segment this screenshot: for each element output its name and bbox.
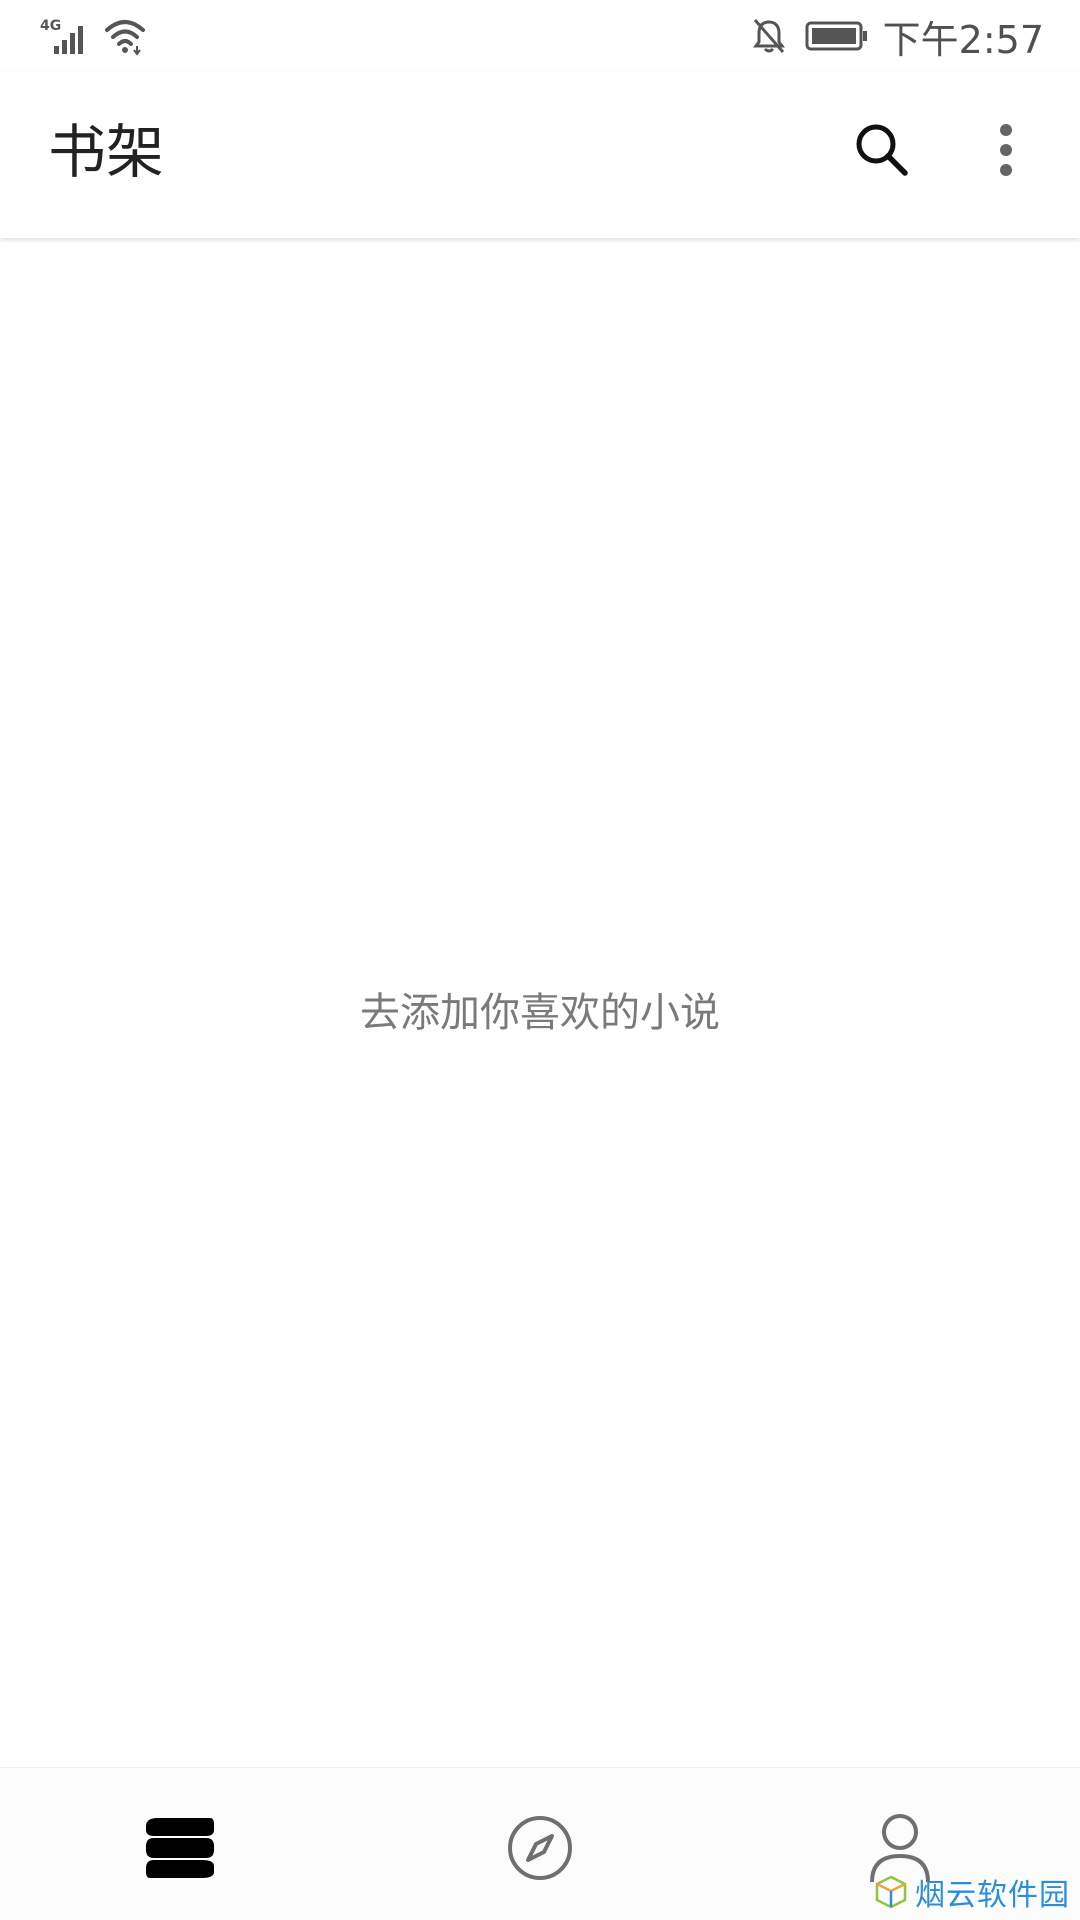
battery-icon bbox=[805, 21, 867, 51]
cellular-signal-icon: 4G bbox=[40, 18, 83, 54]
more-options-button[interactable] bbox=[970, 114, 1042, 186]
screen: 4G 下午2:57 书架 去添加你喜欢的小说 烟云软件园 bbox=[0, 0, 1080, 1920]
wifi-icon bbox=[105, 20, 145, 56]
bookshelf-content: 去添加你喜欢的小说 bbox=[0, 240, 1080, 1768]
status-bar: 4G 下午2:57 bbox=[0, 0, 1080, 72]
nav-item-bookshelf[interactable] bbox=[132, 1800, 228, 1896]
cube-logo-icon bbox=[875, 1875, 907, 1909]
notifications-off-icon bbox=[752, 19, 785, 53]
empty-state-hint: 去添加你喜欢的小说 bbox=[360, 990, 720, 1036]
search-icon bbox=[856, 124, 908, 176]
app-bar: 书架 bbox=[0, 72, 1080, 238]
more-vertical-icon bbox=[1000, 124, 1012, 176]
search-button[interactable] bbox=[846, 114, 918, 186]
network-type-label: 4G bbox=[40, 18, 61, 34]
status-time: 下午2:57 bbox=[882, 17, 1044, 62]
compass-icon bbox=[508, 1816, 572, 1880]
status-right: 下午2:57 bbox=[751, 14, 1044, 62]
bookshelf-icon bbox=[146, 1818, 214, 1878]
status-left: 4G bbox=[40, 14, 146, 58]
page-title: 书架 bbox=[48, 118, 165, 186]
watermark: 烟云软件园 bbox=[873, 1870, 1070, 1914]
nav-item-discover[interactable] bbox=[492, 1800, 588, 1896]
watermark-text: 烟云软件园 bbox=[915, 1878, 1070, 1913]
app-actions bbox=[846, 118, 1042, 182]
